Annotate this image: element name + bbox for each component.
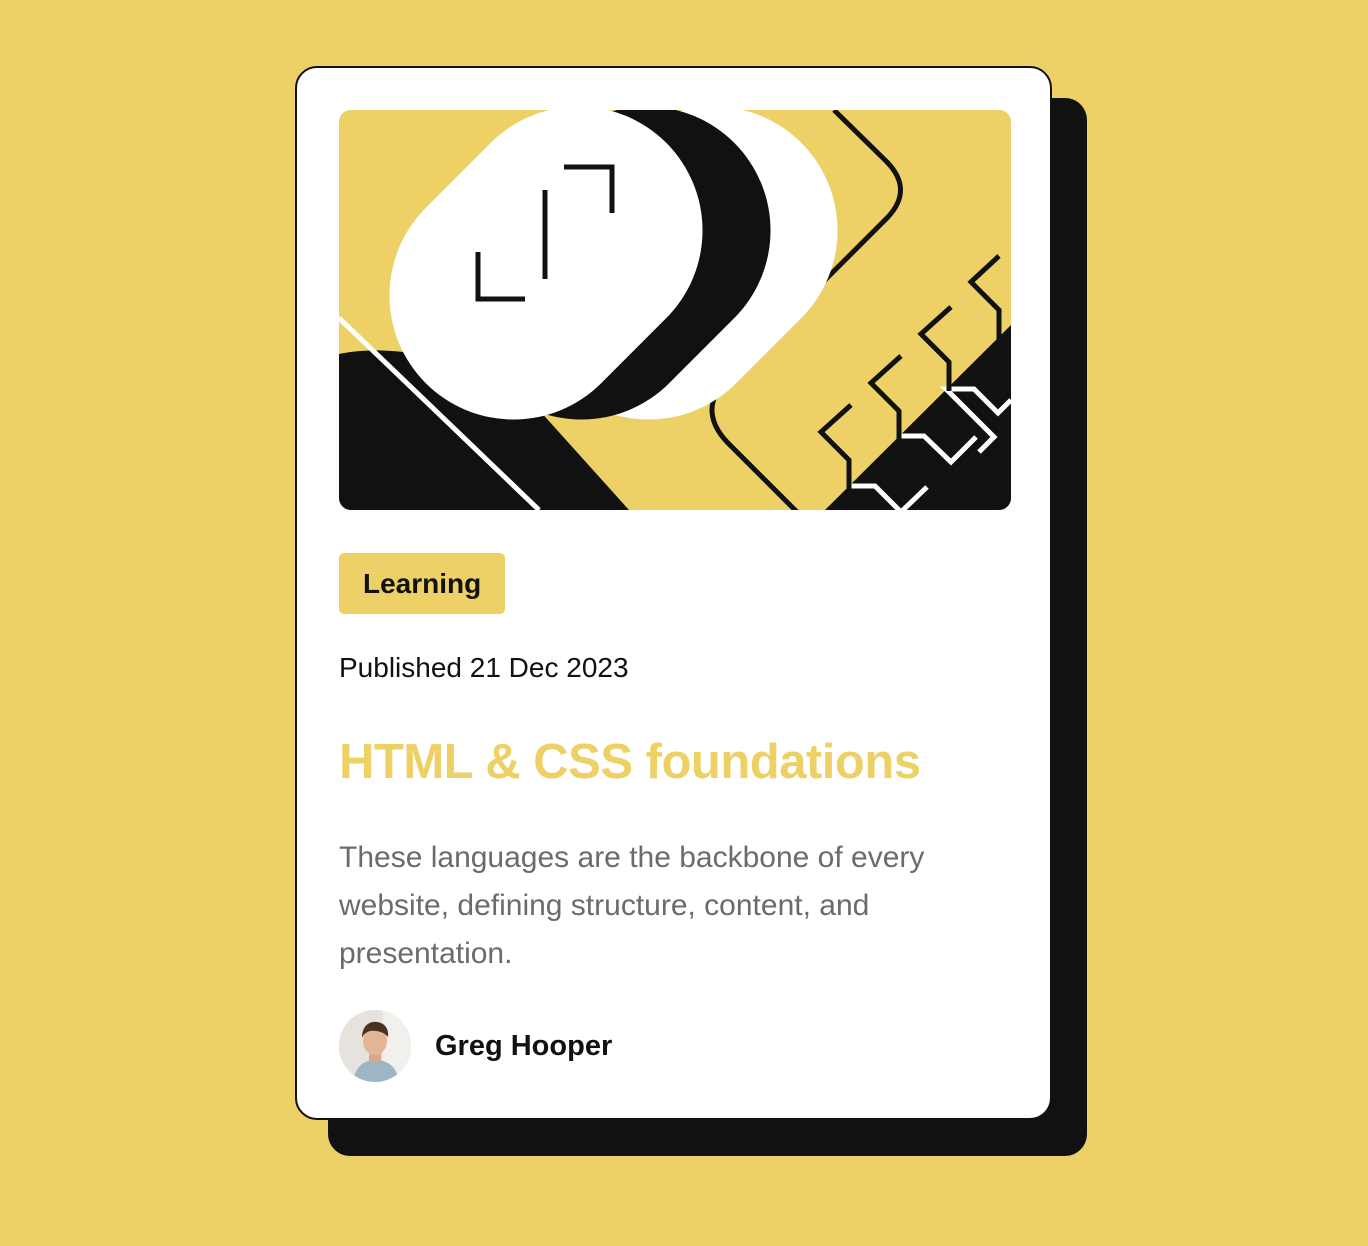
author-name[interactable]: Greg Hooper bbox=[435, 1030, 612, 1063]
illustration-image bbox=[339, 110, 1011, 510]
category-tag: Learning bbox=[339, 553, 506, 614]
card-title[interactable]: HTML & CSS foundations bbox=[339, 732, 921, 792]
blog-preview-card: Learning Published 21 Dec 2023 HTML & CS… bbox=[295, 66, 1052, 1120]
author-avatar bbox=[339, 1010, 411, 1082]
abstract-geometric-illustration-icon bbox=[339, 110, 1011, 510]
author-avatar-photo-icon bbox=[339, 1010, 411, 1082]
card-description: These languages are the backbone of ever… bbox=[339, 841, 925, 970]
published-date: Published 21 Dec 2023 bbox=[339, 652, 629, 683]
author: Greg Hooper bbox=[339, 1010, 612, 1082]
